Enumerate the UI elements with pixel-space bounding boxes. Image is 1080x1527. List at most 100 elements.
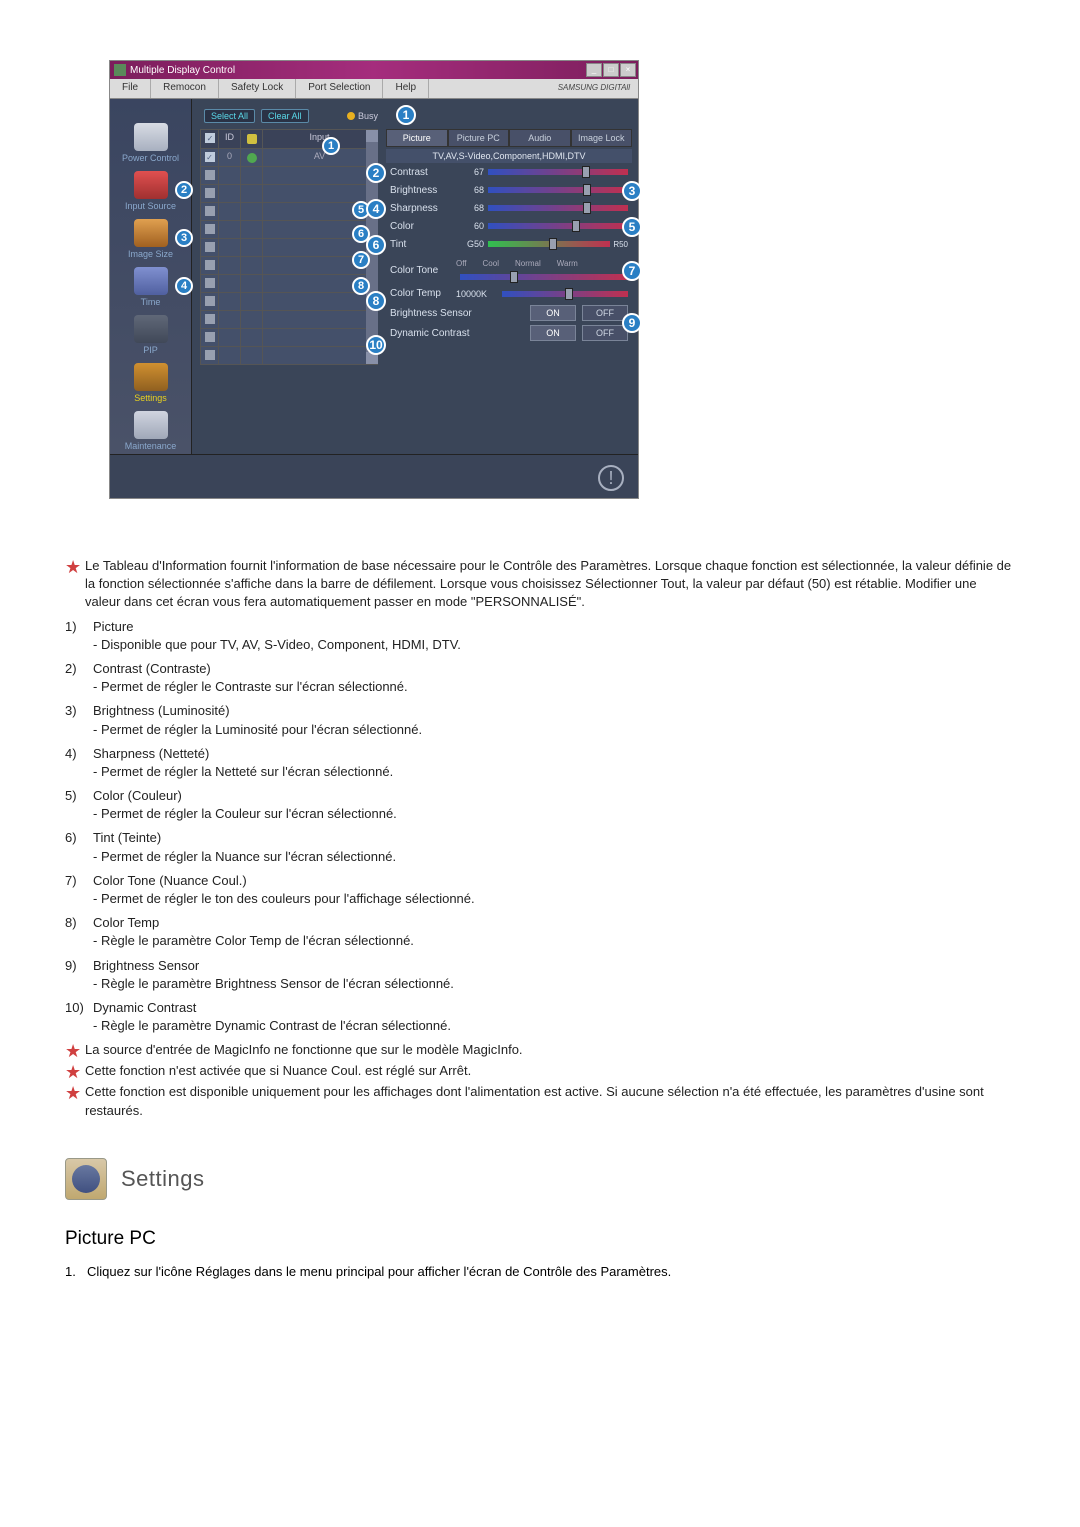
tab-picture[interactable]: Picture <box>386 129 448 147</box>
callout-7: 7 <box>352 251 370 269</box>
brightness-slider[interactable] <box>488 187 628 193</box>
color-slider[interactable] <box>488 223 628 229</box>
table-row[interactable] <box>201 328 377 346</box>
row-checkbox[interactable] <box>205 332 215 342</box>
settings-callout-7: 7 <box>622 261 642 281</box>
pip-icon <box>134 315 168 343</box>
star-text-3: Cette fonction n'est activée que si Nuan… <box>85 1062 1015 1081</box>
callout-3: 3 <box>175 229 193 247</box>
table-row[interactable] <box>201 220 377 238</box>
color-row: Color 60 <box>386 217 632 235</box>
table-row[interactable] <box>201 346 377 364</box>
tab-picture-pc[interactable]: Picture PC <box>448 129 510 147</box>
table-row[interactable] <box>201 166 377 184</box>
settings-callout-5: 5 <box>622 217 642 237</box>
table-row[interactable] <box>201 202 377 220</box>
row-checkbox[interactable] <box>205 260 215 270</box>
star-icon: ★ <box>65 1084 85 1119</box>
tab-audio[interactable]: Audio <box>509 129 571 147</box>
maximize-button[interactable]: □ <box>603 63 619 77</box>
menu-port-selection[interactable]: Port Selection <box>296 79 383 98</box>
grid-body: 0 AV <box>201 148 377 364</box>
status-header-icon <box>247 134 257 144</box>
settings-icon <box>134 363 168 391</box>
bottom-pane: ! <box>110 454 638 498</box>
sidebar: Power Control Input Source 2 Image Size … <box>110 99 192 454</box>
menu-file[interactable]: File <box>110 79 151 98</box>
menu-help[interactable]: Help <box>383 79 429 98</box>
scroll-up-icon[interactable] <box>366 130 378 142</box>
sidebar-item-time[interactable]: Time 4 <box>110 263 191 311</box>
col-id: ID <box>219 130 241 148</box>
row-checkbox[interactable] <box>205 314 215 324</box>
sidebar-item-settings[interactable]: Settings <box>110 359 191 407</box>
contrast-row: Contrast 67 <box>386 163 632 181</box>
table-row[interactable] <box>201 238 377 256</box>
star-text-2: La source d'entrée de MagicInfo ne fonct… <box>85 1041 1015 1060</box>
header-checkbox[interactable] <box>205 133 215 143</box>
contrast-slider[interactable] <box>488 169 628 175</box>
sharpness-slider[interactable] <box>488 205 628 211</box>
clear-all-button[interactable]: Clear All <box>261 109 309 123</box>
brightness-sensor-on[interactable]: ON <box>530 305 576 321</box>
brightness-row: Brightness 68 <box>386 181 632 199</box>
settings-subheader: TV,AV,S-Video,Component,HDMI,DTV <box>386 149 632 163</box>
app-title: Multiple Display Control <box>130 65 235 76</box>
table-row[interactable] <box>201 184 377 202</box>
callout-2: 2 <box>175 181 193 199</box>
titlebar: Multiple Display Control _ □ × <box>110 61 638 79</box>
row-checkbox[interactable] <box>205 170 215 180</box>
app-screenshot: Multiple Display Control _ □ × File Remo… <box>109 60 639 499</box>
row-checkbox[interactable] <box>205 278 215 288</box>
row-checkbox[interactable] <box>205 224 215 234</box>
row-checkbox[interactable] <box>205 350 215 360</box>
table-row[interactable] <box>201 256 377 274</box>
row-checkbox[interactable] <box>205 206 215 216</box>
sidebar-item-input[interactable]: Input Source 2 <box>110 167 191 215</box>
sharpness-row: Sharpness 68 <box>386 199 632 217</box>
sidebar-item-maintenance[interactable]: Maintenance <box>110 407 191 455</box>
maintenance-icon <box>134 411 168 439</box>
minimize-button[interactable]: _ <box>586 63 602 77</box>
color-temp-label: Color Temp <box>390 288 456 299</box>
settings-callout-9: 9 <box>622 313 642 333</box>
table-row[interactable] <box>201 292 377 310</box>
select-all-button[interactable]: Select All <box>204 109 255 123</box>
star-text-4: Cette fonction est disponible uniquement… <box>85 1083 1015 1119</box>
table-row[interactable] <box>201 274 377 292</box>
time-icon <box>134 267 168 295</box>
brand-logo: SAMSUNG DIGITAll <box>550 79 638 98</box>
table-row[interactable] <box>201 310 377 328</box>
step-number: 1. <box>65 1264 87 1279</box>
callout-1: 1 <box>322 137 340 155</box>
tint-slider[interactable] <box>488 241 610 247</box>
dynamic-contrast-off[interactable]: OFF <box>582 325 628 341</box>
row-checkbox[interactable] <box>205 152 215 162</box>
menu-safety-lock[interactable]: Safety Lock <box>219 79 296 98</box>
table-row[interactable]: 0 AV <box>201 148 377 166</box>
star-icon: ★ <box>65 1042 85 1060</box>
tab-image-lock[interactable]: Image Lock <box>571 129 633 147</box>
row-checkbox[interactable] <box>205 296 215 306</box>
sidebar-item-image[interactable]: Image Size 3 <box>110 215 191 263</box>
section-title: Settings <box>121 1166 205 1192</box>
row-checkbox[interactable] <box>205 242 215 252</box>
sidebar-item-pip[interactable]: PIP <box>110 311 191 359</box>
callout-4: 4 <box>175 277 193 295</box>
menu-remocon[interactable]: Remocon <box>151 79 219 98</box>
settings-callout-10: 10 <box>366 335 386 355</box>
settings-callout-8: 8 <box>366 291 386 311</box>
settings-callout-2: 2 <box>366 163 386 183</box>
sidebar-item-power[interactable]: Power Control <box>110 119 191 167</box>
info-grid: ID Input 0 AV <box>200 129 378 365</box>
power-icon <box>134 123 168 151</box>
brightness-sensor-off[interactable]: OFF <box>582 305 628 321</box>
color-tone-slider[interactable] <box>460 274 628 280</box>
dynamic-contrast-on[interactable]: ON <box>530 325 576 341</box>
numbered-list: 1)Picture- Disponible que pour TV, AV, S… <box>65 618 1015 1036</box>
color-temp-slider[interactable] <box>502 291 628 297</box>
dynamic-contrast-row: Dynamic Contrast ON OFF <box>386 323 632 343</box>
row-checkbox[interactable] <box>205 188 215 198</box>
settings-pane: Picture Picture PC Audio Image Lock TV,A… <box>382 99 638 454</box>
close-button[interactable]: × <box>620 63 636 77</box>
